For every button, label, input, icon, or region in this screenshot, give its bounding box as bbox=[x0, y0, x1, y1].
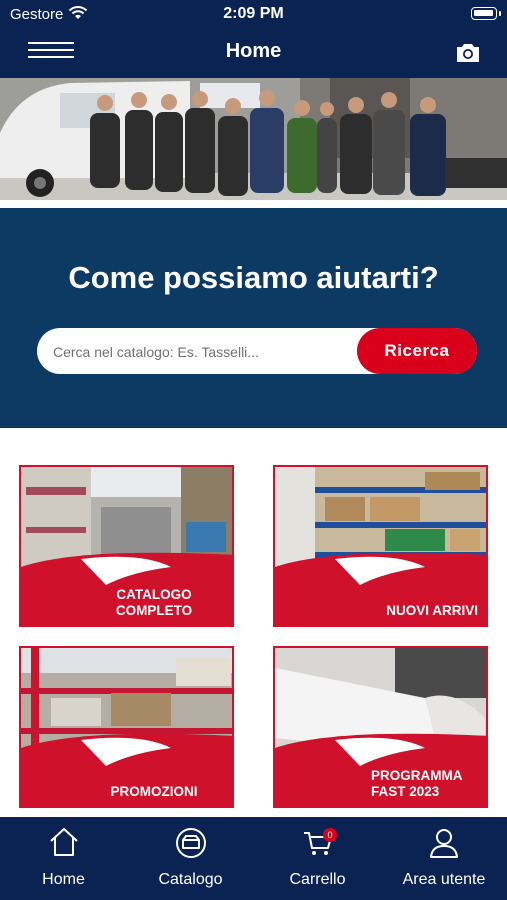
nav-bar: Home bbox=[0, 30, 507, 78]
tile-label: PROGRAMMA FAST 2023 bbox=[371, 768, 463, 799]
page-title: Home bbox=[225, 40, 282, 62]
tab-catalogo[interactable]: Catalogo bbox=[127, 817, 254, 900]
clock: 2:09 PM bbox=[223, 5, 284, 22]
tile-label: PROMOZIONI bbox=[110, 784, 198, 799]
hero-team-photo bbox=[0, 78, 507, 200]
tab-bar: Home Catalogo 0 Carrello Area utente bbox=[0, 817, 507, 900]
search-bar: Ricerca bbox=[37, 328, 477, 376]
tile-label: CATALOGO COMPLETO bbox=[115, 587, 193, 618]
camera-icon[interactable] bbox=[455, 42, 481, 64]
tile-nuovi-arrivi[interactable]: NUOVI ARRIVI bbox=[273, 465, 488, 627]
user-icon bbox=[430, 829, 458, 858]
search-panel: Come possiamo aiutarti? bbox=[0, 208, 507, 428]
search-button[interactable]: Ricerca bbox=[357, 328, 477, 374]
tile-label: NUOVI ARRIVI bbox=[386, 603, 478, 618]
tile-programma-fast[interactable]: PROGRAMMA FAST 2023 bbox=[273, 646, 488, 808]
search-heading: Come possiamo aiutarti? bbox=[68, 260, 439, 295]
status-bar: Gestore 2:09 PM bbox=[0, 0, 507, 30]
tab-area-utente[interactable]: Area utente bbox=[381, 817, 507, 900]
tile-promozioni[interactable]: PROMOZIONI bbox=[19, 646, 234, 808]
catalog-icon bbox=[175, 828, 206, 858]
tab-home[interactable]: Home bbox=[0, 817, 127, 900]
search-input[interactable] bbox=[51, 328, 355, 376]
battery-icon bbox=[471, 7, 497, 20]
tab-carrello[interactable]: 0 Carrello bbox=[254, 817, 381, 900]
home-icon bbox=[49, 828, 78, 856]
cart-badge: 0 bbox=[323, 828, 337, 842]
tile-catalogo-completo[interactable]: CATALOGO COMPLETO bbox=[19, 465, 234, 627]
